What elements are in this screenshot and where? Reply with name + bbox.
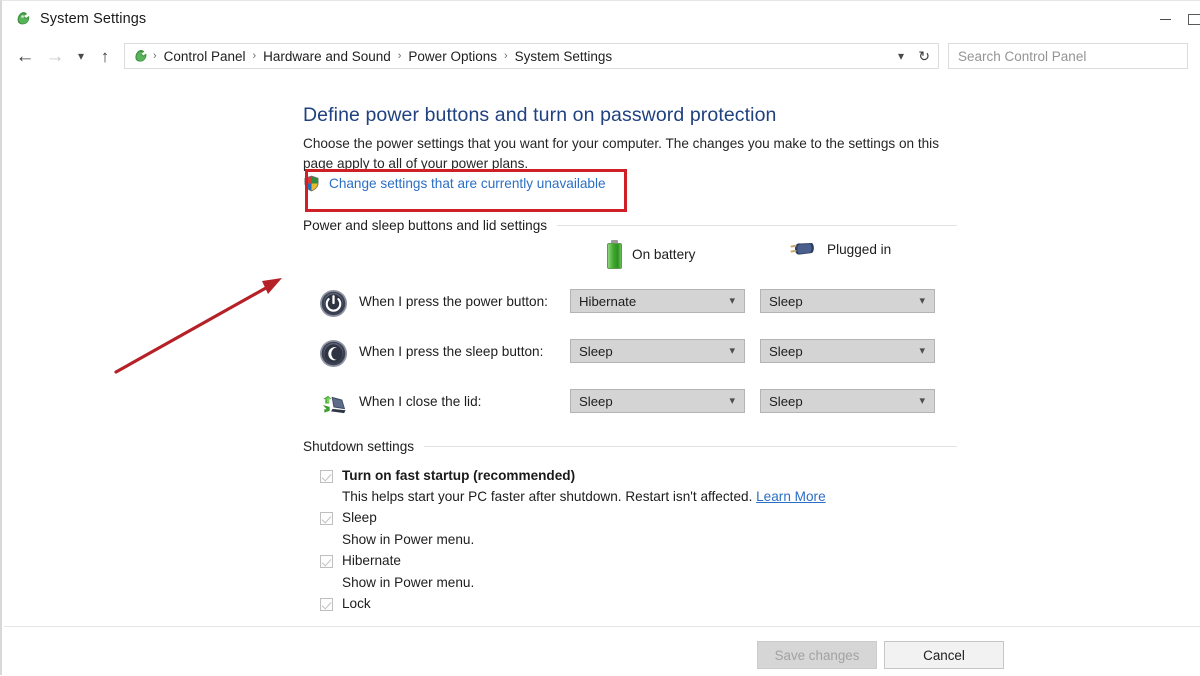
refresh-icon[interactable]: ↻ [918,44,930,68]
system-settings-window: System Settings ← → ▾ ↑ › Control Panel [0,0,1200,676]
page-title: Define power buttons and turn on passwor… [303,104,777,126]
dropdown-close-lid-on-battery[interactable]: Sleep ▾ [570,389,745,413]
dropdown-value: Sleep [579,393,613,409]
forward-arrow-icon[interactable]: → [40,37,70,75]
dropdown-value: Hibernate [579,293,637,309]
checkbox-label-fast-startup: Turn on fast startup (recommended) [342,468,576,483]
chevron-down-icon: ▾ [919,345,925,357]
checkbox-sleep[interactable] [320,512,333,525]
sleep-moon-icon [319,339,348,368]
minimize-icon [1159,18,1171,20]
power-section-header: Power and sleep buttons and lid settings [303,218,957,233]
description-fast-startup: This helps start your PC faster after sh… [342,489,826,504]
setting-row-sleep-button: When I press the sleep button: Sleep ▾ S… [2,339,1200,373]
dropdown-sleep-button-plugged-in[interactable]: Sleep ▾ [760,339,935,363]
description-sleep: Show in Power menu. [342,532,475,547]
dropdown-power-button-on-battery[interactable]: Hibernate ▾ [570,289,745,313]
shutdown-section-header: Shutdown settings [303,439,957,454]
setting-label-power-button: When I press the power button: [359,294,548,309]
setting-label-close-lid: When I close the lid: [359,394,482,409]
breadcrumb-separator: › [153,50,157,62]
window-title: System Settings [40,11,147,27]
chevron-down-icon[interactable]: ▾ [898,44,904,68]
dropdown-value: Sleep [769,343,803,359]
checkbox-hibernate[interactable] [320,555,333,568]
dropdown-close-lid-plugged-in[interactable]: Sleep ▾ [760,389,935,413]
breadcrumb-separator: › [252,50,257,62]
breadcrumb-separator: › [503,50,508,62]
page-description: Choose the power settings that you want … [303,136,939,171]
checkbox-label-sleep: Sleep [342,510,377,525]
checkbox-row-lock[interactable]: Lock [320,596,371,611]
setting-row-power-button: When I press the power button: Hibernate… [2,289,1200,323]
breadcrumb-separator: › [397,50,402,62]
description-hibernate: Show in Power menu. [342,575,475,590]
up-arrow-icon[interactable]: ↑ [92,37,118,75]
checkbox-fast-startup[interactable] [320,470,333,483]
setting-label-sleep-button: When I press the sleep button: [359,344,544,359]
setting-row-close-lid: When I close the lid: Sleep ▾ Sleep ▾ [2,389,1200,423]
breadcrumb[interactable]: › Control Panel › Hardware and Sound › P… [124,43,939,69]
power-section-label: Power and sleep buttons and lid settings [303,218,548,233]
chevron-down-icon: ▾ [729,295,735,307]
maximize-icon [1188,13,1200,25]
column-header-on-battery: On battery [607,240,695,269]
window-title-bar: System Settings [2,1,1200,37]
battery-icon [607,240,622,269]
minimize-button[interactable] [1142,1,1188,37]
chevron-down-icon: ▾ [919,295,925,307]
breadcrumb-item-hardware-and-sound[interactable]: Hardware and Sound [260,49,394,64]
column-label-plugged-in: Plugged in [827,241,892,257]
column-label-on-battery: On battery [632,247,696,262]
checkbox-label-lock: Lock [342,596,371,611]
control-panel-icon [132,48,149,65]
dropdown-value: Sleep [769,393,803,409]
address-bar: ← → ▾ ↑ › Control Panel › Hardware and S… [2,37,1200,75]
recent-locations-chevron-icon[interactable]: ▾ [70,37,92,75]
column-header-plugged-in: Plugged in [787,240,891,258]
checkbox-label-hibernate: Hibernate [342,553,401,568]
settings-content-pane: Define power buttons and turn on passwor… [2,75,1200,626]
checkbox-row-hibernate[interactable]: Hibernate [320,553,401,568]
dialog-footer: Save changes Cancel [2,627,1200,676]
dropdown-power-button-plugged-in[interactable]: Sleep ▾ [760,289,935,313]
save-changes-button[interactable]: Save changes [757,641,877,669]
checkbox-lock[interactable] [320,598,333,611]
breadcrumb-item-system-settings[interactable]: System Settings [512,49,616,64]
annotation-highlight-rectangle [305,169,627,212]
laptop-lid-icon [319,389,348,418]
power-plug-icon [787,240,817,258]
dropdown-value: Sleep [769,293,803,309]
shutdown-section-label: Shutdown settings [303,439,415,454]
dropdown-value: Sleep [579,343,613,359]
description-text: This helps start your PC faster after sh… [342,489,753,504]
cancel-button[interactable]: Cancel [884,641,1004,669]
back-arrow-icon[interactable]: ← [10,37,40,75]
chevron-down-icon: ▾ [919,395,925,407]
search-input[interactable]: Search Control Panel [948,43,1188,69]
dropdown-sleep-button-on-battery[interactable]: Sleep ▾ [570,339,745,363]
power-button-icon [319,289,348,318]
search-placeholder: Search Control Panel [958,48,1087,64]
section-divider [424,446,957,447]
caption-button-group [1142,1,1200,37]
checkbox-row-sleep[interactable]: Sleep [320,510,377,525]
checkbox-row-fast-startup[interactable]: Turn on fast startup (recommended) [320,468,575,483]
control-panel-icon [14,10,32,28]
chevron-down-icon: ▾ [729,345,735,357]
chevron-down-icon: ▾ [729,395,735,407]
learn-more-link[interactable]: Learn More [756,489,826,504]
breadcrumb-item-power-options[interactable]: Power Options [405,49,500,64]
breadcrumb-item-control-panel[interactable]: Control Panel [161,49,249,64]
maximize-button[interactable] [1188,1,1200,37]
section-divider [557,225,957,226]
